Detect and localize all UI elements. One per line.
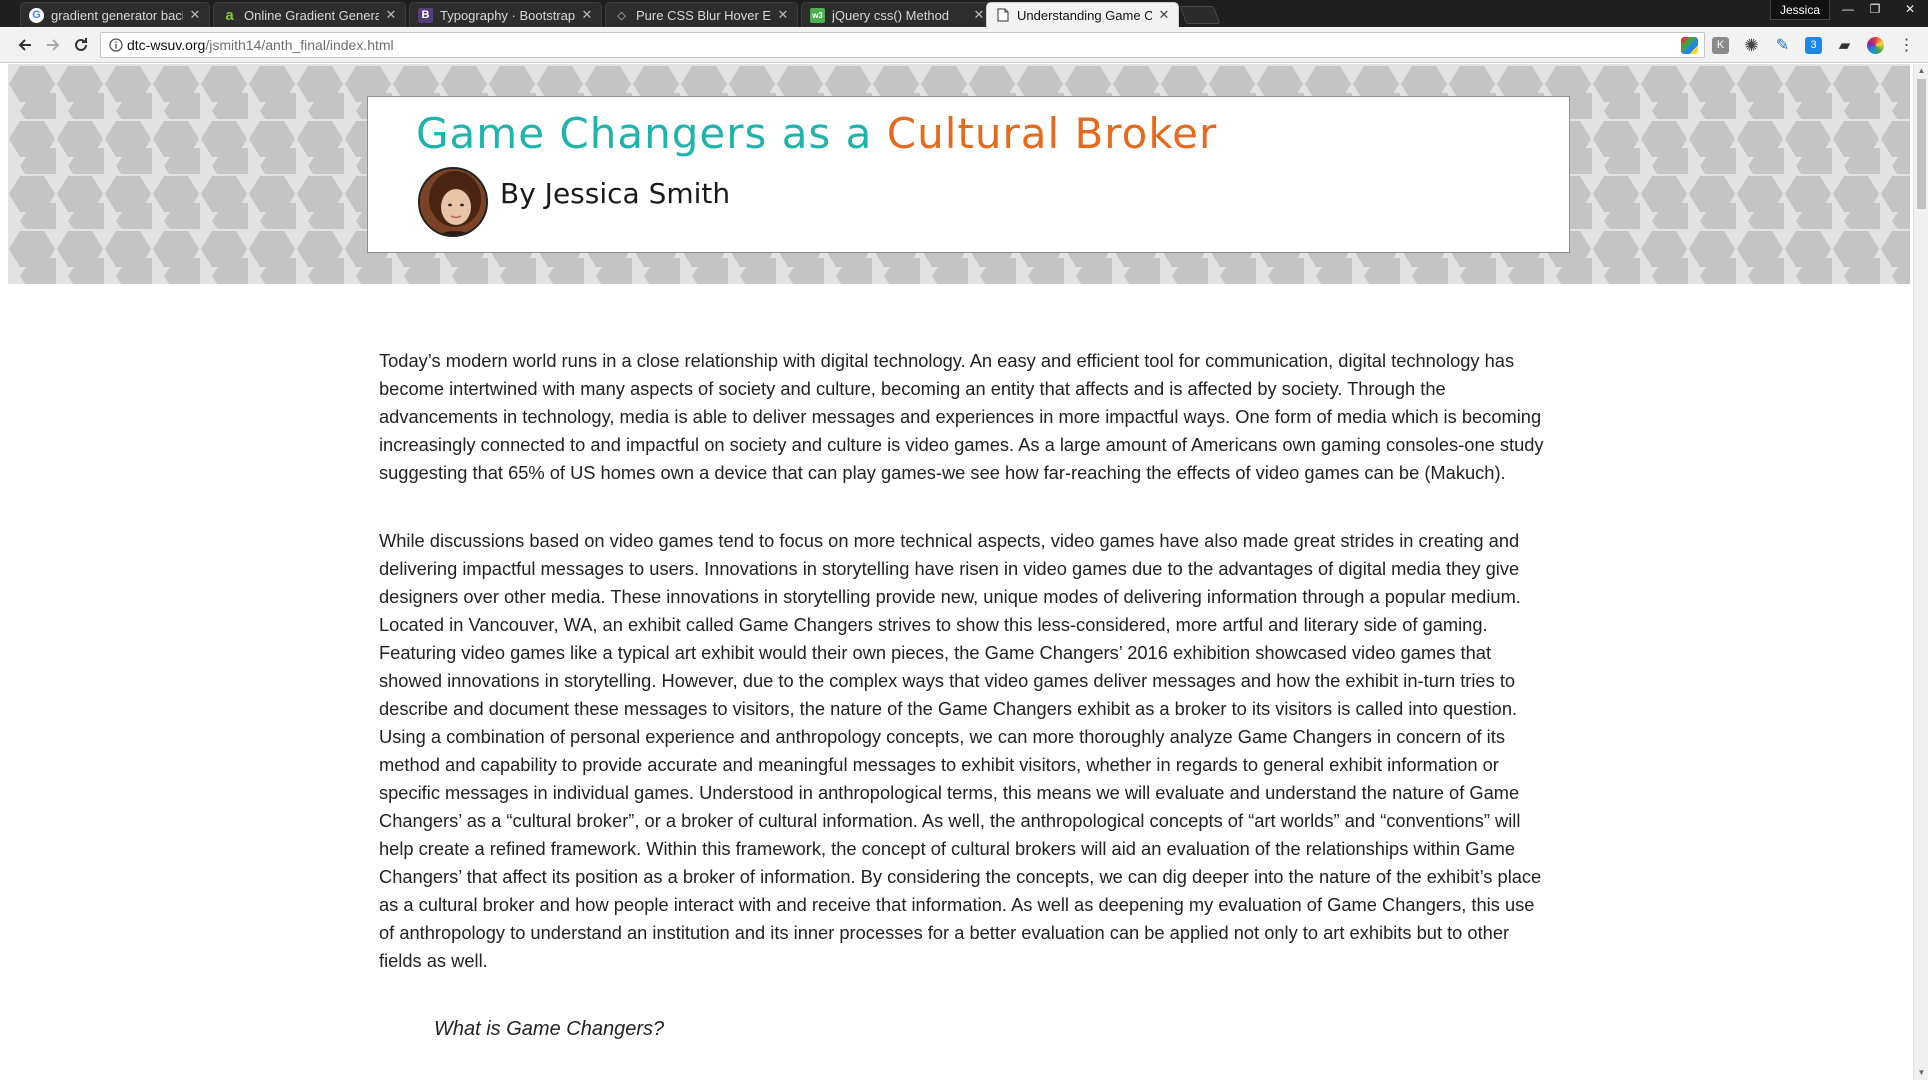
scroll-down-arrow-icon[interactable]: ▼ [1917, 1068, 1926, 1078]
tab-title: Understanding Game Ch [1017, 7, 1152, 23]
bootstrap-icon: B [418, 7, 433, 23]
section-heading: What is Game Changers? [434, 1018, 665, 1040]
forward-arrow-icon [47, 39, 60, 51]
page-viewport: Game Changers as a Cultural Broker By Je… [0, 64, 1913, 1080]
url-host: dtc-wsuv.org [127, 37, 206, 53]
author-byline: By Jessica Smith [500, 177, 731, 210]
reload-icon [75, 38, 87, 51]
info-icon[interactable] [105, 38, 127, 52]
forward-button[interactable] [42, 34, 64, 56]
reload-button[interactable] [70, 34, 92, 56]
tab-title: gradient generator back [51, 7, 183, 23]
extension-k-icon[interactable]: K [1712, 37, 1729, 54]
tab-jquery-css[interactable]: w3 jQuery css() Method ✕ [801, 2, 994, 27]
tab-css-blur-hover[interactable]: ◇ Pure CSS Blur Hover Effe ✕ [605, 2, 798, 27]
close-icon[interactable]: ✕ [1158, 7, 1170, 23]
back-arrow-icon [18, 39, 31, 51]
color-picker-icon[interactable] [1867, 37, 1884, 54]
title-part-cultural-broker: Cultural Broker [886, 109, 1218, 158]
title-part-game-changers: Game Changers as a [416, 109, 887, 158]
page-title: Game Changers as a Cultural Broker [416, 109, 1217, 158]
tab-title: Pure CSS Blur Hover Effe [636, 7, 771, 23]
eyedropper-icon[interactable]: ✎ [1774, 37, 1791, 54]
window-resizer-icon[interactable]: ▰ [1836, 37, 1853, 54]
tab-gradient-generator[interactable]: G gradient generator back ✕ [20, 2, 210, 27]
article-body: Today’s modern world runs in a close rel… [379, 347, 1544, 1043]
extension-grid-icon[interactable] [1681, 37, 1698, 54]
article-paragraph: While discussions based on video games t… [379, 530, 1542, 971]
address-bar[interactable]: dtc-wsuv.org/jsmith14/anth_final/index.h… [100, 32, 1705, 58]
scrollbar-thumb[interactable] [1917, 79, 1926, 209]
close-icon[interactable]: ✕ [777, 7, 789, 23]
close-icon[interactable]: ✕ [385, 7, 397, 23]
window-close-icon[interactable]: ✕ [1892, 0, 1928, 18]
browser-tab-strip: G gradient generator back ✕ a Online Gra… [0, 0, 1928, 27]
tab-typography-bootstrap[interactable]: B Typography · Bootstrap ✕ [409, 2, 602, 27]
w3schools-icon: w3 [810, 7, 825, 23]
a-letter-icon: a [225, 6, 234, 24]
tab-title: jQuery css() Method [832, 7, 950, 23]
back-button[interactable] [14, 34, 36, 56]
header-banner: Game Changers as a Cultural Broker By Je… [8, 64, 1910, 284]
gear-icon[interactable]: ✺ [1743, 37, 1760, 54]
profile-button[interactable]: Jessica [1770, 0, 1830, 20]
close-icon[interactable]: ✕ [973, 7, 985, 23]
restore-icon[interactable]: ❐ [1862, 0, 1888, 18]
url-path: /jsmith14/anth_final/index.html [205, 37, 394, 53]
author-avatar [418, 167, 488, 237]
tab-title: Online Gradient Generat [244, 7, 379, 23]
vertical-scrollbar[interactable]: ▲ ▼ [1913, 64, 1928, 1080]
menu-dots-icon[interactable]: ⋮ [1898, 37, 1915, 54]
tab-title: Typography · Bootstrap [440, 7, 575, 23]
tab-online-gradient[interactable]: a Online Gradient Generat ✕ [213, 2, 406, 27]
google-icon: G [29, 7, 44, 23]
close-icon[interactable]: ✕ [189, 7, 201, 23]
close-icon[interactable]: ✕ [581, 7, 593, 23]
scroll-up-arrow-icon[interactable]: ▲ [1917, 66, 1926, 76]
css-viewer-icon[interactable]: 3 [1805, 37, 1822, 54]
title-card: Game Changers as a Cultural Broker By Je… [367, 96, 1570, 253]
tab-understanding-game-changers[interactable]: Understanding Game Ch ✕ [986, 2, 1179, 27]
minimize-icon[interactable]: — [1835, 0, 1861, 18]
new-tab-button[interactable] [1179, 6, 1221, 24]
page-icon [995, 8, 1010, 23]
codepen-icon: ◇ [617, 9, 626, 22]
browser-toolbar: dtc-wsuv.org/jsmith14/anth_final/index.h… [0, 27, 1928, 63]
article-paragraph: Today’s modern world runs in a close rel… [379, 350, 1544, 483]
